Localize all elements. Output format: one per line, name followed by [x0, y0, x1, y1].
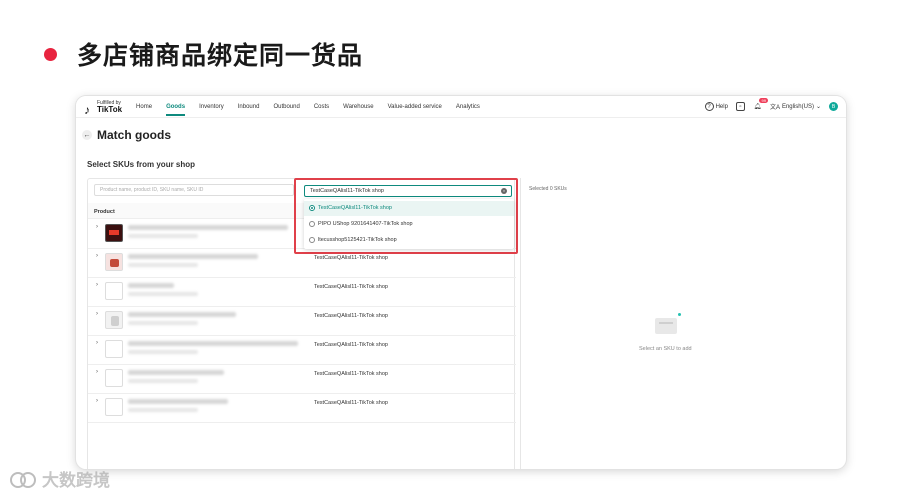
column-product-header: Product — [94, 209, 115, 215]
row-shop-name: TestCaseQAlisl11-TikTok shop — [314, 400, 388, 406]
empty-box-icon — [655, 313, 681, 334]
table-row[interactable]: › TestCaseQAlisl11-TikTok shop — [88, 278, 516, 307]
product-thumbnail — [105, 253, 123, 271]
search-input[interactable]: Product name, product ID, SKU name, SKU … — [94, 184, 294, 196]
selected-skus-pane: Selected 0 SKUs Select an SKU to add — [520, 178, 814, 469]
expand-chevron-icon[interactable]: › — [96, 253, 98, 259]
language-selector[interactable]: 文A English(US) ⌄ — [769, 102, 821, 112]
blurred-product-id — [128, 379, 198, 383]
blurred-product-id — [128, 408, 198, 412]
slide-title: 多店铺商品绑定同一货品 — [77, 41, 364, 70]
tiktok-note-icon — [84, 101, 94, 113]
row-shop-name: TestCaseQAlisl11-TikTok shop — [314, 313, 388, 319]
product-thumbnail — [105, 282, 123, 300]
shop-option[interactable]: PIPO UShop 9201641407-TikTok shop — [304, 217, 514, 232]
blurred-product-name — [128, 254, 258, 259]
calendar-icon[interactable]: ▫ — [735, 102, 745, 111]
nav-analytics[interactable]: Analytics — [456, 104, 480, 110]
product-thumbnail — [105, 224, 123, 242]
expand-chevron-icon[interactable]: › — [96, 369, 98, 375]
slide: 多店铺商品绑定同一货品 Fulfilled by TikTok Home Goo… — [0, 0, 900, 494]
watermark-text: 大数跨境 — [42, 471, 110, 491]
blurred-product-id — [128, 234, 198, 238]
blurred-product-id — [128, 263, 198, 267]
nav-inbound[interactable]: Inbound — [238, 104, 260, 110]
page-header: ← Match goods — [82, 128, 171, 142]
tiktok-logo[interactable]: Fulfilled by TikTok — [84, 100, 122, 114]
nav-costs[interactable]: Costs — [314, 104, 329, 110]
table-row[interactable]: › TestCaseQAlisl11-TikTok shop — [88, 307, 516, 336]
product-thumbnail — [105, 340, 123, 358]
nav-value-added-service[interactable]: Value-added service — [388, 104, 442, 110]
nav-right-tools: ? Help ▫ 🔔︎ 99 文A English(US) ⌄ B — [704, 98, 838, 112]
help-label: Help — [715, 103, 728, 110]
radio-selected-icon[interactable] — [309, 205, 315, 211]
blurred-product-id — [128, 321, 198, 325]
table-row[interactable]: › TestCaseQAlisl11-TikTok shop — [88, 365, 516, 394]
section-title: Select SKUs from your shop — [87, 160, 196, 169]
expand-chevron-icon[interactable]: › — [96, 224, 98, 230]
shop-option-label: TestCaseQAlisl11-TikTok shop — [318, 205, 392, 211]
nav-goods[interactable]: Goods — [166, 104, 186, 116]
row-shop-name: TestCaseQAlisl11-TikTok shop — [314, 284, 388, 290]
empty-state-text: Select an SKU to add — [639, 346, 692, 352]
expand-chevron-icon[interactable]: › — [96, 311, 98, 317]
bell-icon[interactable]: 🔔︎ 99 — [753, 98, 768, 111]
blurred-product-name — [128, 225, 288, 230]
shop-option-label: ltecusshop5125421-TikTok shop — [318, 237, 397, 243]
shop-option[interactable]: ltecusshop5125421-TikTok shop — [304, 233, 514, 248]
clear-icon[interactable]: × — [501, 188, 507, 194]
blurred-product-name — [128, 399, 228, 404]
shop-option-label: PIPO UShop 9201641407-TikTok shop — [318, 221, 413, 227]
blurred-product-id — [128, 350, 198, 354]
help-button[interactable]: ? Help — [704, 102, 728, 111]
radio-icon[interactable] — [309, 221, 315, 227]
nav-inventory[interactable]: Inventory — [199, 104, 224, 110]
watermark: 大数跨境 — [10, 466, 110, 491]
notification-badge: 99 — [759, 98, 768, 103]
radio-icon[interactable] — [309, 237, 315, 243]
shop-select-value: TestCaseQAlisl11-TikTok shop — [310, 188, 384, 194]
shop-select[interactable]: TestCaseQAlisl11-TikTok shop × — [304, 185, 512, 197]
blurred-product-id — [128, 292, 198, 296]
expand-chevron-icon[interactable]: › — [96, 282, 98, 288]
row-shop-name: TestCaseQAlisl11-TikTok shop — [314, 342, 388, 348]
translate-icon: 文A — [769, 105, 780, 111]
product-thumbnail — [105, 311, 123, 329]
page-title: Match goods — [97, 128, 171, 142]
product-thumbnail — [105, 398, 123, 416]
slide-heading: 多店铺商品绑定同一货品 — [44, 36, 363, 72]
language-label: English(US) — [781, 103, 814, 110]
chevron-down-icon: ⌄ — [815, 104, 821, 110]
blurred-product-name — [128, 341, 298, 346]
table-row[interactable]: › TestCaseQAlisl11-TikTok shop — [88, 394, 516, 423]
expand-chevron-icon[interactable]: › — [96, 398, 98, 404]
nav-outbound[interactable]: Outbound — [273, 104, 299, 110]
back-arrow-icon[interactable]: ← — [82, 130, 92, 140]
expand-chevron-icon[interactable]: › — [96, 340, 98, 346]
watermark-logo-icon — [10, 470, 36, 488]
blurred-product-name — [128, 312, 236, 317]
shop-options-dropdown: TestCaseQAlisl11-TikTok shop PIPO UShop … — [304, 199, 514, 249]
app-window: Fulfilled by TikTok Home Goods Inventory… — [76, 96, 846, 469]
shop-option[interactable]: TestCaseQAlisl11-TikTok shop — [304, 201, 514, 216]
top-navigation: Fulfilled by TikTok Home Goods Inventory… — [76, 96, 846, 118]
avatar[interactable]: B — [829, 102, 838, 111]
nav-home[interactable]: Home — [136, 104, 152, 110]
help-icon: ? — [704, 102, 714, 111]
nav-warehouse[interactable]: Warehouse — [343, 104, 373, 110]
table-row[interactable]: › TestCaseQAlisl11-TikTok shop — [88, 336, 516, 365]
row-shop-name: TestCaseQAlisl11-TikTok shop — [314, 371, 388, 377]
row-shop-name: TestCaseQAlisl11-TikTok shop — [314, 255, 388, 261]
bullet-dot-icon — [44, 47, 57, 61]
logo-bottom-text: TikTok — [97, 104, 123, 114]
blurred-product-name — [128, 283, 174, 288]
product-thumbnail — [105, 369, 123, 387]
selected-count: Selected 0 SKUs — [529, 186, 567, 192]
blurred-product-name — [128, 370, 224, 375]
